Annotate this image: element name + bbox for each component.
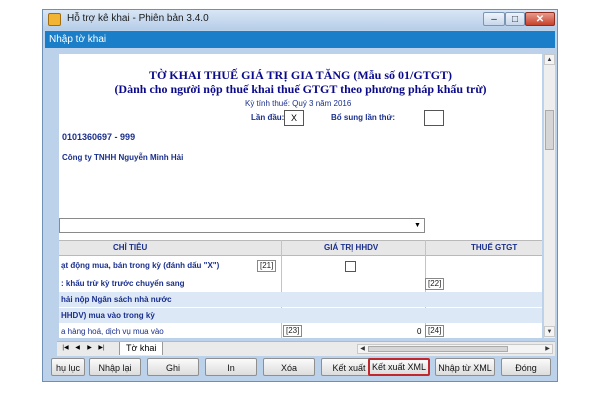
header-criteria: CHỈ TIÊU [113,243,148,252]
close-window-button[interactable]: ✕ [525,12,555,26]
row-label: HHDV) mua vào trong kỳ [61,311,155,320]
activity-checkbox[interactable] [345,261,356,272]
table-row: a hàng hoá, dịch vụ mua vào [23] 0 [24] [59,324,542,338]
close-button[interactable]: Đóng [501,358,551,376]
row-code: [24] [425,325,445,337]
export-xml-button[interactable]: Kết xuất XML [368,358,430,376]
app-icon [48,13,61,26]
maximize-button[interactable]: □ [505,12,525,26]
table-row: ạt động mua, bán trong kỳ (đánh dấu "X")… [59,256,542,274]
chevron-down-icon[interactable]: ▼ [412,220,423,231]
import-xml-button[interactable]: Nhập từ XML [435,358,495,376]
first-time-checkbox[interactable]: X [284,110,304,126]
title-bar: Hỗ trợ kê khai - Phiên bản 3.4.0 – □ ✕ [43,10,557,30]
scroll-thumb[interactable] [545,110,554,150]
row-code: [23] [283,325,303,337]
form-content: TỜ KHAI THUẾ GIÁ TRỊ GIA TĂNG (Mẫu số 01… [59,54,542,338]
first-time-label: Lần đầu: [251,113,285,122]
window-title: Hỗ trợ kê khai - Phiên bản 3.4.0 [67,13,209,24]
supplement-field[interactable] [424,110,444,126]
tax-period: Kỳ tính thuế: Quý 3 năm 2016 [245,99,352,108]
goods-value-cell[interactable]: 0 [417,327,421,336]
horizontal-scrollbar[interactable]: ◀ ▶ [357,344,553,354]
selection-combo[interactable]: ▼ [59,218,425,233]
row-label: a hàng hoá, dịch vụ mua vào [61,327,164,336]
company-name: Công ty TNHH Nguyễn Minh Hải [62,153,184,162]
form-subtitle: (Dành cho người nộp thuế khai thuế GTGT … [114,82,487,96]
row-code: [21] [257,260,277,272]
next-sheet-icon[interactable]: ▶ [85,344,94,353]
prev-sheet-icon[interactable]: ◀ [73,344,82,353]
minimize-button[interactable]: – [483,12,505,26]
first-sheet-icon[interactable]: |◀ [61,344,70,353]
vertical-scrollbar[interactable]: ▲ ▼ [543,54,555,338]
row-code: [22] [425,278,445,290]
form-title: TỜ KHAI THUẾ GIÁ TRỊ GIA TĂNG (Mẫu số 01… [148,68,453,82]
table-row: hải nộp Ngân sách nhà nước [59,292,542,307]
scroll-down-icon[interactable]: ▼ [544,326,555,337]
header-vat: THUẾ GTGT [471,243,518,252]
appendix-button[interactable]: hụ lục [51,358,85,376]
sheet-tabstrip: |◀ ◀ ▶ ▶| Tờ khai ◀ ▶ [57,341,555,356]
app-window: Hỗ trợ kê khai - Phiên bản 3.4.0 – □ ✕ N… [42,9,558,382]
tax-id: 0101360697 - 999 [62,132,136,142]
row-label: : khấu trừ kỳ trước chuyển sang [61,279,185,288]
table-row: HHDV) mua vào trong kỳ [59,308,542,323]
reimport-button[interactable]: Nhập lại [89,358,141,376]
row-label: ạt động mua, bán trong kỳ (đánh dấu "X") [61,261,220,270]
supplement-label: Bổ sung lần thứ: [331,113,396,122]
scroll-up-icon[interactable]: ▲ [544,54,555,65]
scroll-left-icon[interactable]: ◀ [358,345,367,353]
header-goods-value: GIÁ TRỊ HHDV [324,243,379,252]
horizontal-scroll-thumb[interactable] [368,346,508,352]
tab-to-khai[interactable]: Tờ khai [119,342,164,355]
scroll-right-icon[interactable]: ▶ [543,345,552,353]
last-sheet-icon[interactable]: ▶| [97,344,106,353]
row-label: hải nộp Ngân sách nhà nước [61,295,172,304]
form-caption: Nhập tờ khai [45,31,555,48]
table-row: : khấu trừ kỳ trước chuyển sang [22] [59,276,542,290]
print-button[interactable]: In [205,358,257,376]
delete-button[interactable]: Xóa [263,358,315,376]
table-header: CHỈ TIÊU GIÁ TRỊ HHDV THUẾ GTGT [59,240,542,256]
save-button[interactable]: Ghi [147,358,199,376]
